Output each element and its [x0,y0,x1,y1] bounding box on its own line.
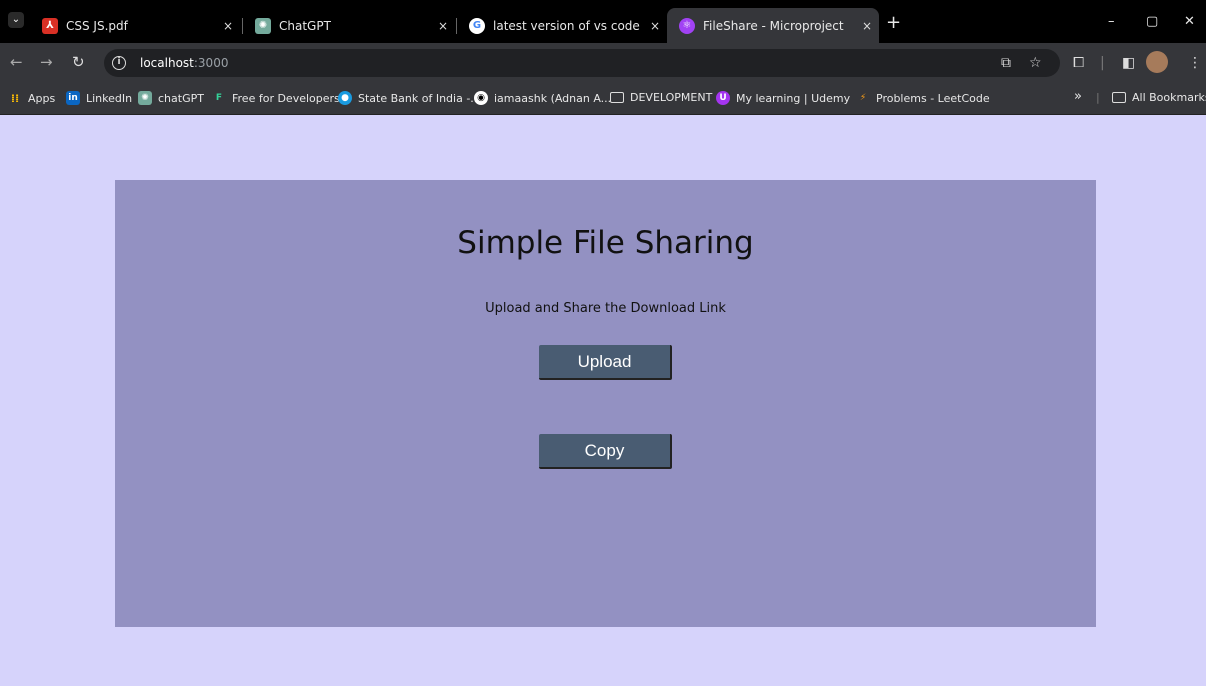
bookmark-label: chatGPT [158,91,204,105]
bookmark-free-for-developers[interactable]: F Free for Developers [212,91,340,105]
bookmark-udemy[interactable]: U My learning | Udemy [716,91,850,105]
github-icon: ◉ [474,91,488,105]
tab-css-js-pdf[interactable]: ⅄ CSS JS.pdf × [30,8,240,43]
bookmarks-separator: | [1096,91,1100,104]
reload-icon[interactable]: ↻ [72,53,85,71]
forward-icon[interactable]: → [40,53,53,71]
navigation-bar: ← → ↻ i localhost:3000 ⧉ ☆ ⧠ | ◧ ⋮ [0,43,1206,83]
bookmarks-bar: ⁞⁞ Apps in LinkedIn ✺ chatGPT F Free for… [0,83,1206,115]
new-tab-button[interactable]: + [886,14,901,32]
close-icon[interactable]: × [643,19,667,33]
bookmark-label: Free for Developers [232,91,340,105]
page-viewport: Simple File Sharing Upload and Share the… [7,115,1206,686]
tab-title: ChatGPT [279,18,331,33]
tab-chatgpt[interactable]: ✺ ChatGPT × [243,8,455,43]
menu-kebab-icon[interactable]: ⋮ [1188,55,1202,71]
address-host: localhost [140,56,194,70]
site-info-icon[interactable]: i [112,56,126,70]
address-bar[interactable]: i localhost:3000 ⧉ ☆ [104,49,1060,77]
folder-icon [610,92,624,103]
bookmark-label: State Bank of India -... [358,91,481,105]
bookmark-label: Apps [28,91,56,105]
close-icon[interactable]: × [855,19,879,33]
bookmark-sbi[interactable]: ● State Bank of India -... [338,91,481,105]
bookmark-development[interactable]: DEVELOPMENT [610,91,712,104]
folder-icon [1112,92,1126,103]
tab-search-icon[interactable]: ⌄ [8,12,24,28]
chatgpt-icon: ✺ [138,91,152,105]
react-icon: ⚛ [679,17,695,34]
bookmark-label: My learning | Udemy [736,91,851,105]
apps-grid-icon: ⁞⁞ [10,91,20,105]
avatar[interactable] [1146,51,1168,73]
tab-google-search[interactable]: G latest version of vs code - Goog × [457,8,667,43]
toolbar-separator: | [1100,55,1105,71]
bookmark-github[interactable]: ◉ iamaashk (Adnan A... [474,91,611,105]
bookmark-label: Problems - LeetCode [876,91,990,105]
pdf-icon: ⅄ [42,17,58,34]
close-window-button[interactable]: ✕ [1184,14,1195,29]
bookmark-linkedin[interactable]: in LinkedIn [66,91,132,105]
side-panel-icon[interactable]: ◧ [1122,55,1135,71]
chatgpt-icon: ✺ [255,17,271,34]
cast-icon[interactable]: ⧉ [1001,55,1011,71]
page-title: Simple File Sharing [457,225,754,261]
address-port: :3000 [193,56,229,70]
tab-title: FileShare - Microproject [703,18,844,33]
all-bookmarks-button[interactable]: All Bookmarks [1112,91,1206,104]
copy-button[interactable]: Copy [539,434,672,469]
tab-title: latest version of vs code - Goog [493,18,643,33]
tab-strip: ⌄ ⅄ CSS JS.pdf × ✺ ChatGPT × G latest ve… [0,0,1206,43]
close-icon[interactable]: × [216,19,240,33]
close-icon[interactable]: × [431,19,455,33]
file-share-card: Simple File Sharing Upload and Share the… [115,180,1096,627]
bookmark-label: LinkedIn [86,91,133,105]
bookmark-leetcode[interactable]: ⚡ Problems - LeetCode [856,91,990,105]
page-subtitle: Upload and Share the Download Link [485,301,726,316]
udemy-icon: U [716,91,730,105]
upload-button[interactable]: Upload [539,345,672,380]
tab-fileshare[interactable]: ⚛ FileShare - Microproject × [667,8,879,43]
bookmarks-overflow-button[interactable]: » [1074,89,1082,104]
linkedin-icon: in [66,91,80,105]
sbi-icon: ● [338,91,352,105]
google-icon: G [469,17,485,34]
leetcode-icon: ⚡ [859,93,867,103]
tab-title: CSS JS.pdf [66,18,128,33]
bookmark-label: DEVELOPMENT [630,91,713,104]
minimize-button[interactable]: – [1108,14,1115,29]
browser-chrome: ⌄ ⅄ CSS JS.pdf × ✺ ChatGPT × G latest ve… [0,0,1206,115]
bookmark-label: iamaashk (Adnan A... [494,91,612,105]
bookmark-apps[interactable]: ⁞⁞ Apps [8,91,55,105]
bookmark-star-icon[interactable]: ☆ [1029,55,1042,71]
back-icon[interactable]: ← [10,53,23,71]
f-icon: F [215,93,223,103]
all-bookmarks-label: All Bookmarks [1132,91,1206,104]
bookmark-chatgpt[interactable]: ✺ chatGPT [138,91,204,105]
restore-button[interactable]: ▢ [1146,14,1158,29]
extensions-icon[interactable]: ⧠ [1073,55,1084,71]
